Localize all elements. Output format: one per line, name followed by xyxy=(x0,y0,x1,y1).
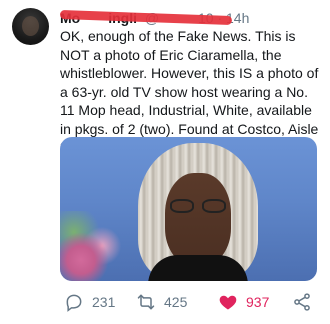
photo-face xyxy=(165,173,231,265)
photo-background-flowers xyxy=(60,211,130,281)
share-icon xyxy=(294,293,310,311)
glasses-lens-right xyxy=(202,199,226,213)
avatar-face xyxy=(22,16,39,36)
photo-glasses xyxy=(170,199,228,215)
retweet-button[interactable]: 425 xyxy=(136,289,187,315)
heart-icon xyxy=(219,295,237,310)
like-button[interactable]: 937 xyxy=(218,289,269,315)
like-count: 937 xyxy=(246,294,270,310)
reply-button[interactable]: 231 xyxy=(64,289,115,315)
reply-icon xyxy=(66,294,82,312)
tweet-photo[interactable] xyxy=(60,137,317,281)
tweet-header: Mo ingli @ 10 · 14h xyxy=(59,9,320,27)
tweet[interactable]: Mo ingli @ 10 · 14h OK, enough of the Fa… xyxy=(0,0,330,324)
glasses-lens-left xyxy=(170,199,194,213)
retweet-icon xyxy=(137,294,155,310)
reply-count: 231 xyxy=(92,294,116,310)
share-button[interactable] xyxy=(292,289,320,315)
retweet-count: 425 xyxy=(164,294,188,310)
photo-shirt xyxy=(148,255,248,281)
tweet-actions: 231 425 937 xyxy=(0,289,330,315)
avatar[interactable] xyxy=(12,8,49,45)
